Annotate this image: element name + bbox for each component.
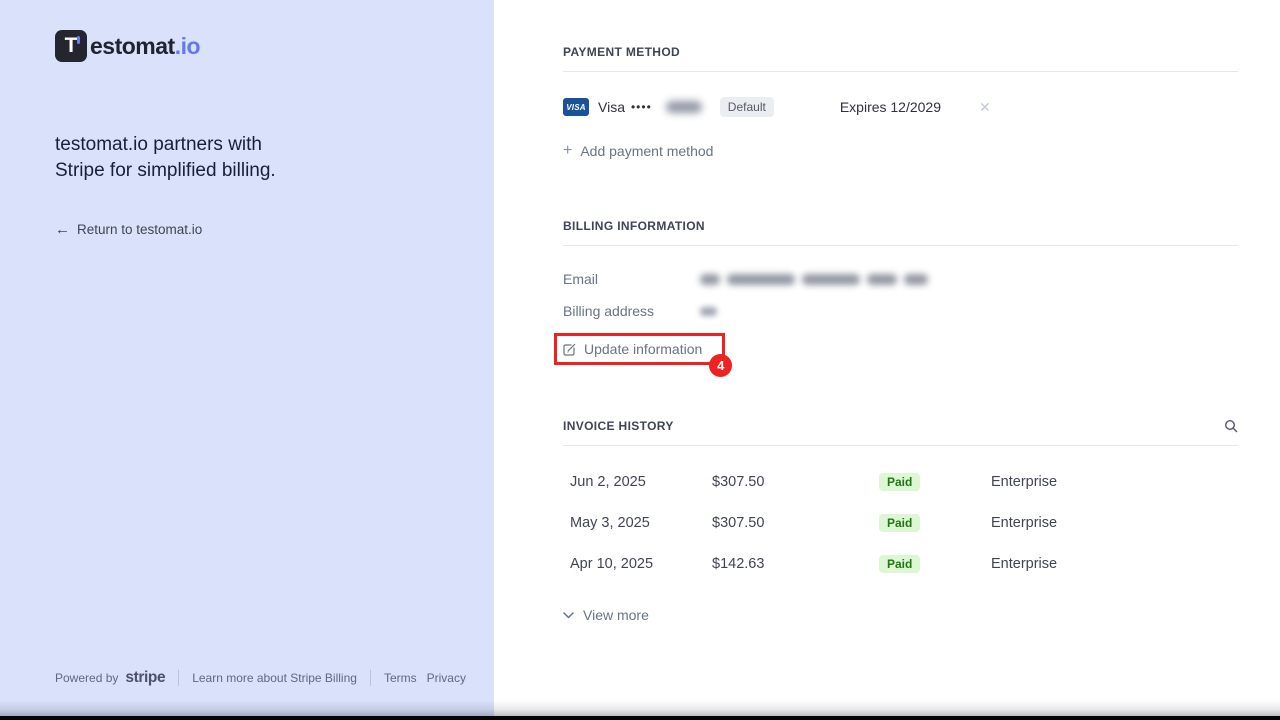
payment-method-title: PAYMENT METHOD <box>563 45 1238 59</box>
annotation-highlight: Update information 4 <box>554 333 725 365</box>
invoice-date: May 3, 2025 <box>570 515 712 531</box>
invoice-date: Jun 2, 2025 <box>570 474 712 490</box>
card-last4-redacted <box>666 101 702 113</box>
search-invoices-button[interactable] <box>1224 419 1238 433</box>
headline-line-1: testomat.io partners with <box>55 132 454 158</box>
view-more-button[interactable]: View more <box>563 607 1238 623</box>
address-value-redacted <box>700 307 717 316</box>
invoice-status-badge: Paid <box>879 473 920 491</box>
invoice-table: Jun 2, 2025 $307.50 Paid Enterprise May … <box>563 461 1238 584</box>
billing-portal-main: PAYMENT METHOD VISA Visa •••• Default Ex… <box>494 0 1280 720</box>
logo-accent-tick <box>77 36 80 44</box>
privacy-link[interactable]: Privacy <box>427 671 466 685</box>
testomat-logo: T estomat .io <box>55 30 454 62</box>
redacted-blob <box>802 274 860 285</box>
billing-address-label: Billing address <box>563 303 700 319</box>
default-badge: Default <box>720 97 774 117</box>
footer-divider <box>370 670 371 686</box>
invoice-amount: $142.63 <box>712 556 879 572</box>
invoice-plan: Enterprise <box>991 474 1238 490</box>
invoice-row[interactable]: Apr 10, 2025 $142.63 Paid Enterprise <box>563 543 1238 584</box>
terms-link[interactable]: Terms <box>384 671 417 685</box>
return-link-label: Return to testomat.io <box>77 222 202 237</box>
invoice-amount: $307.50 <box>712 474 879 490</box>
redacted-blob <box>700 274 720 285</box>
invoice-row[interactable]: May 3, 2025 $307.50 Paid Enterprise <box>563 502 1238 543</box>
invoice-row[interactable]: Jun 2, 2025 $307.50 Paid Enterprise <box>563 461 1238 502</box>
logo-letter: T <box>65 35 78 56</box>
powered-by-label: Powered by <box>55 671 118 685</box>
headline-line-2: Stripe for simplified billing. <box>55 158 454 184</box>
section-divider <box>563 71 1238 72</box>
invoice-plan: Enterprise <box>991 515 1238 531</box>
invoice-status-badge: Paid <box>879 514 920 532</box>
invoice-date: Apr 10, 2025 <box>570 556 712 572</box>
card-dots: •••• <box>631 100 652 114</box>
sidebar-footer: Powered by stripe Learn more about Strip… <box>55 669 466 687</box>
partner-headline: testomat.io partners with Stripe for sim… <box>55 132 454 184</box>
invoice-amount: $307.50 <box>712 515 879 531</box>
email-row: Email <box>563 271 1238 287</box>
redacted-blob <box>727 274 795 285</box>
email-label: Email <box>563 271 700 287</box>
annotation-step-badge: 4 <box>709 354 732 377</box>
card-brand-label: Visa <box>598 99 625 115</box>
billing-information-title: BILLING INFORMATION <box>563 219 1238 233</box>
visa-icon: VISA <box>563 98 589 116</box>
return-link[interactable]: ← Return to testomat.io <box>55 221 454 238</box>
section-divider <box>563 445 1238 446</box>
card-expiry-label: Expires 12/2029 <box>840 99 941 115</box>
update-information-label: Update information <box>584 341 702 357</box>
logo-wordmark: estomat <box>90 33 175 60</box>
email-value-redacted <box>700 274 928 285</box>
invoice-history-header: INVOICE HISTORY <box>563 419 1238 433</box>
billing-address-row: Billing address <box>563 303 1238 319</box>
testomat-logo-icon: T <box>55 30 87 62</box>
payment-method-row: VISA Visa •••• Default Expires 12/2029 ✕ <box>563 96 1238 118</box>
add-payment-method-button[interactable]: + Add payment method <box>563 142 1238 160</box>
arrow-left-icon: ← <box>55 221 70 238</box>
redacted-blob <box>867 274 897 285</box>
redacted-blob <box>904 274 928 285</box>
remove-card-icon[interactable]: ✕ <box>979 99 991 116</box>
update-information-button[interactable]: Update information <box>563 341 702 357</box>
stripe-logo[interactable]: stripe <box>125 669 165 687</box>
section-divider <box>563 245 1238 246</box>
learn-more-link[interactable]: Learn more about Stripe Billing <box>192 671 357 685</box>
bottom-edge-bar <box>0 716 1280 720</box>
plus-icon: + <box>563 142 572 160</box>
chevron-down-icon <box>563 612 574 619</box>
add-payment-method-label: Add payment method <box>580 143 713 159</box>
sidebar: T estomat .io testomat.io partners with … <box>0 0 494 720</box>
view-more-label: View more <box>583 607 649 623</box>
edit-icon <box>563 343 576 356</box>
invoice-history-title: INVOICE HISTORY <box>563 419 674 433</box>
logo-tld: .io <box>175 33 200 60</box>
annotation-red-box: Update information <box>554 333 725 365</box>
invoice-status-badge: Paid <box>879 555 920 573</box>
footer-divider <box>178 670 179 686</box>
search-icon <box>1224 419 1238 433</box>
invoice-plan: Enterprise <box>991 556 1238 572</box>
